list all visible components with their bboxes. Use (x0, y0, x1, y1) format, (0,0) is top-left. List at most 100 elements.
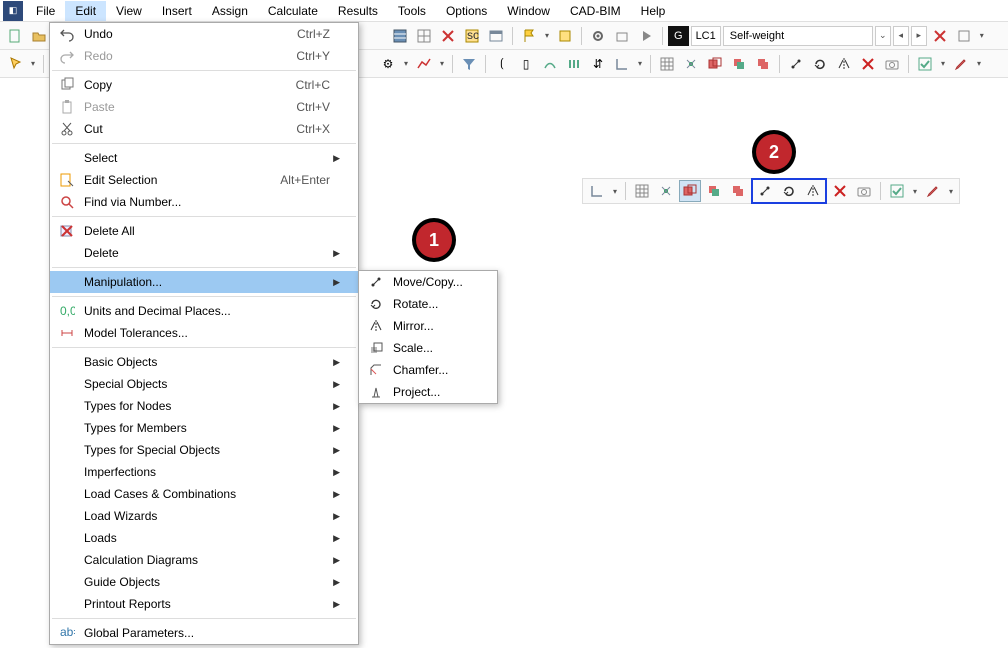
edit-menu-cut[interactable]: CutCtrl+X (50, 118, 358, 140)
edit-menu-types-for-special-objects[interactable]: Types for Special Objects▶ (50, 439, 358, 461)
script-icon[interactable]: sc (461, 25, 483, 47)
table-icon[interactable] (389, 25, 411, 47)
copy-node-icon[interactable] (704, 53, 726, 75)
edit-menu-undo[interactable]: UndoCtrl+Z (50, 23, 358, 45)
check2-icon[interactable] (886, 180, 908, 202)
dropdown-icon[interactable]: ▾ (401, 59, 411, 68)
pencil-icon[interactable] (950, 53, 972, 75)
edit-menu-loads[interactable]: Loads▶ (50, 527, 358, 549)
corner-icon[interactable] (611, 53, 633, 75)
edit-menu-global-parameters-[interactable]: ab=Global Parameters... (50, 622, 358, 644)
dropdown-icon[interactable]: ▾ (974, 59, 984, 68)
filter-icon[interactable] (458, 53, 480, 75)
submenu-project-[interactable]: Project... (359, 381, 497, 403)
menu-edit[interactable]: Edit (65, 1, 106, 21)
bars-icon[interactable] (563, 53, 585, 75)
menu-view[interactable]: View (106, 1, 152, 21)
menu-help[interactable]: Help (631, 1, 676, 21)
edit-menu-load-cases-combinations[interactable]: Load Cases & Combinations▶ (50, 483, 358, 505)
pencil2-icon[interactable] (922, 180, 944, 202)
camera2-icon[interactable] (853, 180, 875, 202)
menu-options[interactable]: Options (436, 1, 497, 21)
gear-icon[interactable] (587, 25, 609, 47)
rotate-icon[interactable] (809, 53, 831, 75)
copy-c-icon[interactable] (727, 180, 749, 202)
prev-loadcase-button[interactable]: ◂ (893, 26, 909, 46)
arrows-icon[interactable]: ⇵ (587, 53, 609, 75)
edit-menu-calculation-diagrams[interactable]: Calculation Diagrams▶ (50, 549, 358, 571)
edit-menu-types-for-nodes[interactable]: Types for Nodes▶ (50, 395, 358, 417)
play-icon[interactable] (635, 25, 657, 47)
submenu-mirror-[interactable]: Mirror... (359, 315, 497, 337)
edit-menu-redo[interactable]: RedoCtrl+Y (50, 45, 358, 67)
submenu-scale-[interactable]: Scale... (359, 337, 497, 359)
delete-icon[interactable] (857, 53, 879, 75)
edit-menu-delete[interactable]: Delete▶ (50, 242, 358, 264)
grid2-icon[interactable] (656, 53, 678, 75)
dropdown-icon[interactable]: ▾ (28, 59, 38, 68)
menu-insert[interactable]: Insert (152, 1, 202, 21)
edit-menu-edit-selection[interactable]: Edit SelectionAlt+Enter (50, 169, 358, 191)
copy-node2-icon[interactable] (728, 53, 750, 75)
check-icon[interactable] (914, 53, 936, 75)
move2-icon[interactable] (754, 180, 776, 202)
window-icon[interactable] (485, 25, 507, 47)
edit-menu-basic-objects[interactable]: Basic Objects▶ (50, 351, 358, 373)
edit-menu-manipulation-[interactable]: Manipulation...▶ (50, 271, 358, 293)
menu-results[interactable]: Results (328, 1, 388, 21)
edit-menu-delete-all[interactable]: Delete All (50, 220, 358, 242)
menu-cadbim[interactable]: CAD-BIM (560, 1, 631, 21)
delete-lc-icon[interactable] (929, 25, 951, 47)
bracket2-icon[interactable]: ▯ (515, 53, 537, 75)
edit-menu-load-wizards[interactable]: Load Wizards▶ (50, 505, 358, 527)
delete2-icon[interactable] (829, 180, 851, 202)
submenu-chamfer-[interactable]: Chamfer... (359, 359, 497, 381)
grid-icon[interactable] (413, 25, 435, 47)
node2-icon[interactable] (655, 180, 677, 202)
corner2-icon[interactable] (586, 180, 608, 202)
gear2-icon[interactable]: ⚙ (377, 53, 399, 75)
edit-menu-paste[interactable]: PasteCtrl+V (50, 96, 358, 118)
menu-file[interactable]: File (26, 1, 65, 21)
dropdown-icon[interactable]: ▾ (938, 59, 948, 68)
edit-menu-copy[interactable]: CopyCtrl+C (50, 74, 358, 96)
move-icon[interactable] (785, 53, 807, 75)
edit-menu-special-objects[interactable]: Special Objects▶ (50, 373, 358, 395)
edit-menu-types-for-members[interactable]: Types for Members▶ (50, 417, 358, 439)
copy-b-icon[interactable] (703, 180, 725, 202)
chart-icon[interactable] (413, 53, 435, 75)
copy-node3-icon[interactable] (752, 53, 774, 75)
mirror-icon[interactable] (833, 53, 855, 75)
rotate2-icon[interactable] (778, 180, 800, 202)
grid3-icon[interactable] (631, 180, 653, 202)
dropdown-icon[interactable]: ▾ (542, 31, 552, 40)
dropdown-icon[interactable]: ▾ (635, 59, 645, 68)
dropdown-icon[interactable]: ▾ (910, 187, 920, 196)
bracket1-icon[interactable]: ⟮ (491, 53, 513, 75)
edit-menu-units-and-decimal-places-[interactable]: 0,00Units and Decimal Places... (50, 300, 358, 322)
cursor-icon[interactable] (4, 53, 26, 75)
next-loadcase-button[interactable]: ▸ (911, 26, 927, 46)
load-case-select[interactable]: Self-weight (723, 26, 873, 46)
copy-active-icon[interactable] (679, 180, 701, 202)
flag-icon[interactable] (518, 25, 540, 47)
dropdown-icon[interactable]: ▾ (610, 187, 620, 196)
mirror2-icon[interactable] (802, 180, 824, 202)
load-case-code[interactable]: LC1 (691, 26, 721, 46)
edit-menu-select[interactable]: Select▶ (50, 147, 358, 169)
support-icon[interactable] (539, 53, 561, 75)
edit-menu-find-via-number-[interactable]: Find via Number... (50, 191, 358, 213)
menu-assign[interactable]: Assign (202, 1, 258, 21)
menu-tools[interactable]: Tools (388, 1, 436, 21)
edit-menu-imperfections[interactable]: Imperfections▶ (50, 461, 358, 483)
loadcase-dropdown-icon[interactable]: ⌄ (875, 26, 891, 46)
flag2-icon[interactable] (554, 25, 576, 47)
edit-menu-guide-objects[interactable]: Guide Objects▶ (50, 571, 358, 593)
edit-menu-printout-reports[interactable]: Printout Reports▶ (50, 593, 358, 615)
submenu-rotate-[interactable]: Rotate... (359, 293, 497, 315)
lc-tool-icon[interactable] (953, 25, 975, 47)
dropdown-icon[interactable]: ▾ (977, 31, 987, 40)
menu-window[interactable]: Window (497, 1, 560, 21)
cross-icon[interactable] (437, 25, 459, 47)
submenu-move-copy-[interactable]: Move/Copy... (359, 271, 497, 293)
